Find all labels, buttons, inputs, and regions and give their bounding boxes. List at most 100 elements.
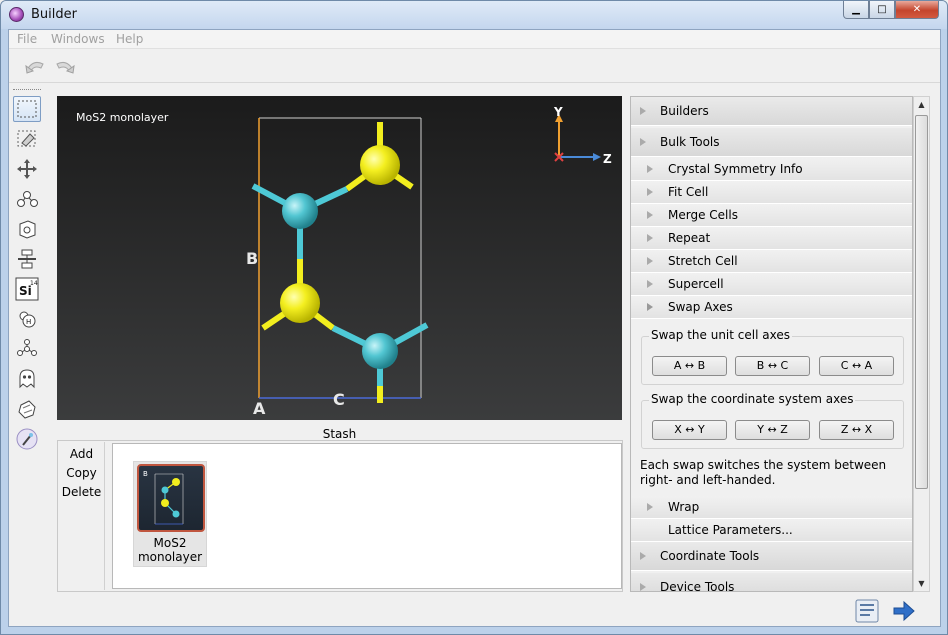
cell-icon[interactable] [13,216,41,242]
stash-title: Stash [322,427,357,441]
scroll-up-icon[interactable]: ▲ [914,97,929,112]
move-icon[interactable] [13,156,41,182]
swap-y-z-button[interactable]: Y ↔ Z [735,420,810,440]
axis-y-label: Y [553,105,563,119]
minimize-button[interactable]: ▁ [843,1,869,19]
redo-icon[interactable] [53,55,77,79]
axis-gizmo: Y Z [553,105,612,166]
toolbar [9,50,940,83]
expand-arrow-icon [640,138,646,146]
rotate-icon[interactable] [13,396,41,422]
section-builders[interactable]: Builders [631,97,912,126]
swap-b-c-button[interactable]: B ↔ C [735,356,810,376]
molybdenum-atom [362,333,398,369]
sulfur-atom [360,145,400,185]
stash-actions: Add Copy Delete [59,442,105,590]
tool-supercell[interactable]: Supercell [631,273,912,296]
select-box-icon[interactable] [13,96,41,122]
client-area: File Windows Help Si 14 H MoS2 monolayer… [8,29,941,627]
stash-item-thumbnail: B [137,464,205,532]
swap-unit-cell-title: Swap the unit cell axes [649,328,792,342]
expand-arrow-icon [647,188,653,196]
molybdenum-atom [282,193,318,229]
tool-label: Supercell [668,277,724,291]
stash-item-label: MoS2 monolayer [137,536,203,564]
cell-label-b: B [246,249,258,268]
tool-crystal-symmetry-info[interactable]: Crystal Symmetry Info [631,158,912,181]
section-device-tools[interactable]: Device Tools [631,573,912,592]
menu-bar: File Windows Help [9,30,940,49]
hydrogen-symbol: H [26,318,31,326]
swap-x-y-button[interactable]: X ↔ Y [652,420,727,440]
tool-repeat[interactable]: Repeat [631,227,912,250]
3d-viewport[interactable]: MoS2 monolayer Y Z B A C [57,96,622,420]
expand-arrow-icon [640,107,646,115]
expand-arrow-icon [647,280,653,288]
stash-add-button[interactable]: Add [59,447,104,462]
tool-stretch-cell[interactable]: Stretch Cell [631,250,912,273]
tool-label: Repeat [668,231,711,245]
window-title: Builder [31,7,77,22]
hydrogen-icon[interactable]: H [13,306,41,332]
section-device-tools-label: Device Tools [660,580,735,592]
undo-icon[interactable] [23,55,47,79]
tool-palette: Si 14 H [9,86,45,626]
swap-coordinate-title: Swap the coordinate system axes [649,392,856,406]
swap-c-a-button[interactable]: C ↔ A [819,356,894,376]
element-number: 14 [30,280,38,287]
section-bulk-tools[interactable]: Bulk Tools [631,128,912,157]
section-bulk-tools-label: Bulk Tools [660,135,720,149]
swap-unit-cell-group: Swap the unit cell axes A ↔ B B ↔ C C ↔ … [641,328,904,385]
menu-file[interactable]: File [17,32,37,46]
window-controls: ▁ □ ✕ [843,1,939,19]
expand-arrow-icon [647,303,653,311]
tool-fit-cell[interactable]: Fit Cell [631,181,912,204]
app-icon [9,7,24,22]
cell-label-c: C [333,390,345,409]
expand-arrow-icon [647,165,653,173]
scroll-thumb[interactable] [915,115,928,489]
sulfur-atom [280,283,320,323]
tool-label: Stretch Cell [668,254,738,268]
tool-label: Lattice Parameters... [668,523,793,537]
menu-help[interactable]: Help [116,32,143,46]
element-icon[interactable]: Si 14 [13,276,41,302]
send-to-icon[interactable] [891,598,917,624]
palette-grip [13,89,41,91]
ghost-icon[interactable] [13,366,41,392]
tool-lattice-parameters[interactable]: Lattice Parameters... [631,519,912,542]
layer-icon[interactable] [13,246,41,272]
thumb-b-label: B [143,470,148,478]
stash-panel: Add Copy Delete B MoS2 monolayer [57,440,623,592]
menu-windows[interactable]: Windows [51,32,105,46]
swap-z-x-button[interactable]: Z ↔ X [819,420,894,440]
wand-icon[interactable] [13,426,41,452]
log-icon[interactable] [854,598,880,624]
tool-wrap[interactable]: Wrap [631,496,912,519]
network-icon[interactable] [13,336,41,362]
stash-delete-button[interactable]: Delete [59,485,104,500]
tool-label: Wrap [668,500,700,514]
maximize-button[interactable]: □ [869,1,895,19]
cell-label-a: A [253,399,266,418]
eraser-icon[interactable] [13,126,41,152]
expand-arrow-icon [647,257,653,265]
tool-swap-axes[interactable]: Swap Axes [631,296,912,319]
tool-merge-cells[interactable]: Merge Cells [631,204,912,227]
section-coordinate-tools-label: Coordinate Tools [660,549,760,563]
expand-arrow-icon [640,552,646,560]
stash-item[interactable]: B MoS2 monolayer [133,461,207,567]
swap-a-b-button[interactable]: A ↔ B [652,356,727,376]
tools-scrollbar[interactable]: ▲ ▼ [913,96,930,592]
tools-panel: Builders Bulk Tools Crystal Symmetry Inf… [630,96,913,592]
title-bar: Builder ▁ □ ✕ [1,1,947,29]
scroll-down-icon[interactable]: ▼ [914,576,929,591]
stash-copy-button[interactable]: Copy [59,466,104,481]
bond-icon[interactable] [13,186,41,212]
expand-arrow-icon [647,211,653,219]
close-button[interactable]: ✕ [895,1,939,19]
section-coordinate-tools[interactable]: Coordinate Tools [631,542,912,571]
swap-note: Each swap switches the system between ri… [640,458,887,487]
stash-list: B MoS2 monolayer [112,443,622,589]
builder-window: Builder ▁ □ ✕ File Windows Help Si 14 H … [0,0,948,635]
